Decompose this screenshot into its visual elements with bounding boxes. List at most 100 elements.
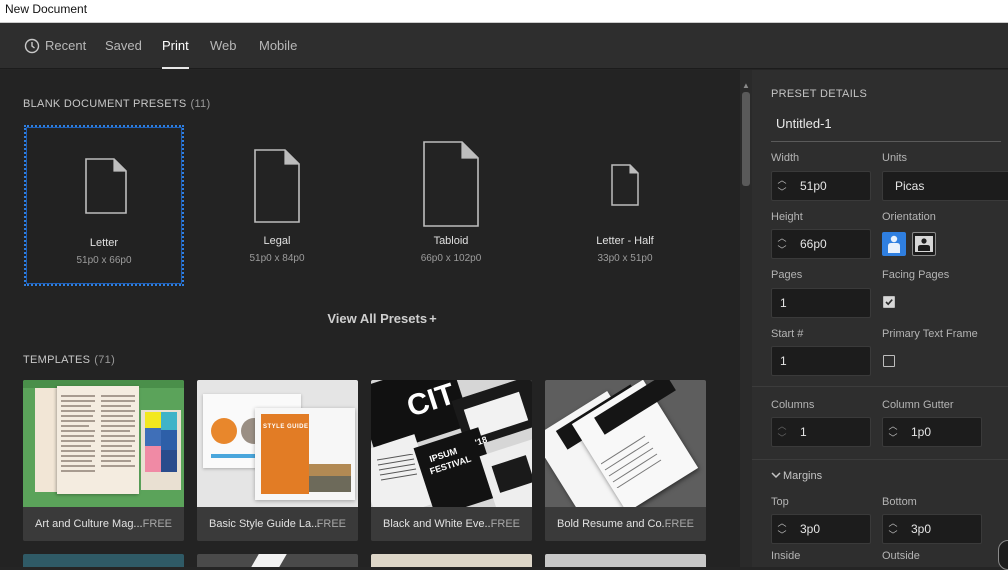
template-thumbnail [23, 380, 184, 507]
preset-letter[interactable]: Letter 51p0 x 66p0 [24, 125, 184, 286]
presets-count: (11) [190, 98, 211, 110]
primary-text-frame-checkbox[interactable] [883, 355, 895, 367]
view-all-presets-link[interactable]: View All Presets + [0, 311, 740, 326]
pages-label: Pages [771, 269, 803, 281]
portrait-orientation-icon[interactable] [882, 232, 906, 256]
columns-stepper-icon[interactable]: ︿ ﹀ [772, 418, 792, 446]
width-label: Width [771, 152, 800, 164]
start-number-field[interactable]: 1 [771, 346, 871, 376]
start-number-label: Start # [771, 328, 804, 340]
height-field[interactable]: ︿ ﹀ 66p0 [771, 229, 871, 259]
free-badge: FREE [664, 518, 694, 530]
tab-saved[interactable]: Saved [105, 23, 142, 69]
bottom-margin-label: Bottom [882, 496, 917, 508]
columns-value: 1 [800, 425, 807, 439]
document-icon [85, 158, 127, 214]
top-margin-value: 3p0 [800, 522, 821, 536]
presets-panel: BLANK DOCUMENT PRESETS (11) Letter 51p0 x… [0, 70, 740, 567]
start-number-value: 1 [780, 354, 787, 368]
column-gutter-value: 1p0 [911, 425, 932, 439]
templates-title: TEMPLATES [23, 354, 91, 366]
pages-field[interactable]: 1 [771, 288, 871, 318]
bottom-margin-value: 3p0 [911, 522, 932, 536]
column-gutter-field[interactable]: ︿ ﹀ 1p0 [882, 417, 982, 447]
clock-icon [24, 38, 40, 54]
outside-margin-label: Outside [882, 550, 920, 562]
divider [752, 386, 1008, 387]
height-value: 66p0 [800, 237, 827, 251]
preset-name: Legal [263, 235, 291, 247]
free-badge: FREE [142, 518, 172, 530]
facing-pages-label: Facing Pages [882, 269, 950, 281]
units-value: Picas [895, 179, 925, 193]
columns-label: Columns [771, 399, 815, 411]
preset-name: Letter [89, 237, 119, 249]
facing-pages-checkbox[interactable] [883, 296, 895, 308]
template-card[interactable]: Art and Culture Mag... FREE [23, 380, 184, 541]
bottom-margin-field[interactable]: ︿ ﹀ 3p0 [882, 514, 982, 544]
templates-section-title: TEMPLATES (71) [23, 354, 115, 366]
template-card[interactable]: Bold Resume and Co... FREE [545, 380, 706, 541]
preset-details-heading: PRESET DETAILS [771, 88, 868, 100]
scroll-up-arrow-icon[interactable]: ▲ [742, 82, 750, 90]
plus-icon: + [429, 311, 437, 326]
template-thumbnail: STYLE GUIDE [197, 380, 358, 507]
templates-count: (71) [94, 354, 116, 366]
tab-print[interactable]: Print [162, 23, 189, 69]
preset-letter-half[interactable]: Letter - Half 33p0 x 51p0 [545, 125, 705, 286]
units-label: Units [882, 152, 908, 164]
columns-field[interactable]: ︿ ﹀ 1 [771, 417, 871, 447]
free-badge: FREE [316, 518, 346, 530]
preset-legal[interactable]: Legal 51p0 x 84p0 [197, 125, 357, 286]
template-card-partial[interactable] [23, 554, 184, 567]
tab-bar: Recent Saved Print Web Mobile [0, 23, 1008, 69]
template-name: Bold Resume and Co... [557, 518, 671, 530]
bottom-margin-stepper-icon[interactable]: ︿ ﹀ [883, 515, 903, 543]
gutter-stepper-icon[interactable]: ︿ ﹀ [883, 418, 903, 446]
template-card[interactable]: STYLE GUIDE Basic Style Guide La... FREE [197, 380, 358, 541]
presets-title: BLANK DOCUMENT PRESETS [23, 98, 187, 110]
document-icon [423, 141, 479, 227]
free-badge: FREE [490, 518, 520, 530]
preset-name: Tabloid [433, 235, 469, 247]
window-title-bar: New Document [0, 0, 1008, 23]
link-margins-icon[interactable] [998, 540, 1008, 570]
tab-recent[interactable]: Recent [45, 23, 86, 69]
preset-tabloid[interactable]: Tabloid 66p0 x 102p0 [371, 125, 531, 286]
preset-name: Letter - Half [596, 235, 654, 247]
chevron-down-icon [771, 470, 783, 482]
style-guide-text: STYLE GUIDE [263, 424, 309, 430]
template-card-partial[interactable] [197, 554, 358, 567]
template-thumbnail: CIT IPSUM FESTIVAL '18 [371, 380, 532, 507]
pages-value: 1 [780, 296, 787, 310]
height-label: Height [771, 211, 803, 223]
window-title: New Document [5, 2, 88, 16]
tab-web[interactable]: Web [210, 23, 237, 69]
template-card[interactable]: CIT IPSUM FESTIVAL '18 Black and White E… [371, 380, 532, 541]
margins-toggle[interactable]: Margins [771, 470, 822, 482]
units-select[interactable]: Picas [882, 171, 1008, 201]
tab-mobile[interactable]: Mobile [259, 23, 297, 69]
template-thumbnail [545, 380, 706, 507]
document-icon [254, 149, 300, 223]
top-margin-field[interactable]: ︿ ﹀ 3p0 [771, 514, 871, 544]
preset-dims: 66p0 x 102p0 [420, 253, 482, 264]
template-name: Art and Culture Mag... [35, 518, 143, 530]
scrollbar[interactable]: ▲ [740, 70, 752, 567]
template-card-partial[interactable] [545, 554, 706, 567]
width-field[interactable]: ︿ ﹀ 51p0 [771, 171, 871, 201]
top-margin-stepper-icon[interactable]: ︿ ﹀ [772, 515, 792, 543]
preset-dims: 51p0 x 66p0 [76, 255, 132, 266]
landscape-orientation-icon[interactable] [912, 232, 936, 256]
width-value: 51p0 [800, 179, 827, 193]
column-gutter-label: Column Gutter [882, 399, 954, 411]
template-caption: Bold Resume and Co... FREE [545, 507, 706, 541]
document-name-field[interactable]: Untitled-1 [771, 110, 1001, 142]
template-card-partial[interactable] [371, 554, 532, 567]
orientation-label: Orientation [882, 211, 936, 223]
preset-details-panel: PRESET DETAILS Untitled-1 Width ︿ ﹀ 51p0 … [752, 70, 1008, 570]
preset-dims: 51p0 x 84p0 [249, 253, 305, 264]
width-stepper-icon[interactable]: ︿ ﹀ [772, 172, 792, 200]
scrollbar-thumb[interactable] [742, 92, 750, 186]
height-stepper-icon[interactable]: ︿ ﹀ [772, 230, 792, 258]
